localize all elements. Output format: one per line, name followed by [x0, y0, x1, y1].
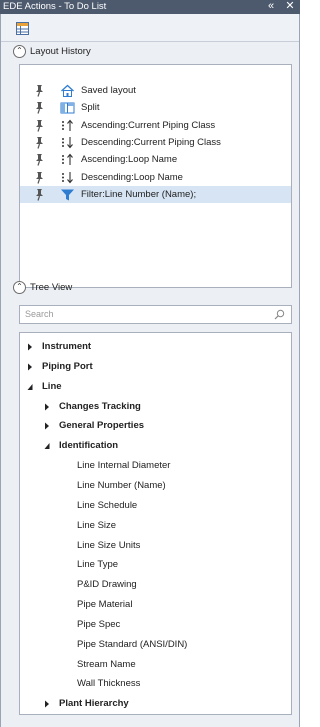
tree-node[interactable]: Changes Tracking: [20, 397, 291, 417]
layout-history-item[interactable]: Split: [20, 99, 291, 116]
layout-history-label: Ascending:Current Piping Class: [81, 119, 216, 131]
actions-panel: ⌃ Layout History Saved layout Split Ascendi…: [0, 14, 300, 727]
sort-descending-icon: [62, 136, 73, 149]
tree-node[interactable]: Loop: [20, 714, 291, 715]
tree-view-title: Tree View: [30, 282, 73, 293]
sort-ascending-icon: [62, 119, 73, 131]
layout-history-item[interactable]: Ascending:Current Piping Class: [20, 117, 291, 134]
tree-node-label: Pipe Material: [77, 599, 133, 611]
tree-node-label: Stream Name: [77, 658, 136, 670]
pin-icon[interactable]: [33, 119, 45, 132]
tree-node-label: Pipe Spec: [77, 618, 121, 630]
tree-node[interactable]: Plant Hierarchy: [20, 694, 291, 714]
layout-history-header[interactable]: ⌃ Layout History: [13, 44, 91, 60]
layout-history-label: Descending:Loop Name: [81, 171, 183, 183]
layout-history-label: Ascending:Loop Name: [81, 154, 178, 166]
chevron-up-icon[interactable]: ⌃: [13, 44, 26, 58]
chevron-right-icon[interactable]: [43, 416, 51, 436]
window-title: EDE Actions - To Do List: [3, 1, 107, 12]
tree-node[interactable]: Line Internal Diameter: [20, 456, 291, 476]
tree-node[interactable]: Piping Port: [20, 357, 291, 377]
tree-node[interactable]: Wall Thickness: [20, 674, 291, 694]
tree-node[interactable]: Pipe Spec: [20, 615, 291, 635]
collapse-panel-button[interactable]: «: [264, 0, 278, 14]
layout-history-item[interactable]: Descending:Current Piping Class: [20, 134, 291, 151]
layout-history-label: Saved layout: [81, 85, 136, 96]
tree-node-label: Identification: [59, 440, 119, 452]
layout-grid-icon[interactable]: [16, 22, 29, 35]
pin-icon[interactable]: [33, 188, 45, 201]
layout-history-item[interactable]: Saved layout: [20, 82, 291, 99]
tree-node-label: Instrument: [42, 341, 92, 352]
layout-history-label: Descending:Current Piping Class: [81, 136, 221, 148]
tree-node[interactable]: Identification: [20, 436, 291, 456]
tree-node[interactable]: Line Type: [20, 555, 291, 575]
layout-history-label: Split: [81, 102, 100, 114]
tree-node-label: Changes Tracking: [59, 400, 141, 412]
tree-node[interactable]: Line: [20, 377, 291, 397]
search-icon[interactable]: [274, 309, 285, 320]
chevron-right-icon[interactable]: [43, 694, 51, 714]
pin-icon[interactable]: [33, 84, 45, 97]
tree-node-label: Line Schedule: [77, 499, 138, 511]
tree-view-header[interactable]: ⌃ Tree View: [13, 280, 72, 296]
pin-icon[interactable]: [33, 136, 45, 149]
pin-icon[interactable]: [33, 171, 45, 184]
tree-node[interactable]: General Properties: [20, 416, 291, 436]
sort-ascending-icon: [62, 153, 73, 166]
tree-node[interactable]: Line Number (Name): [20, 476, 291, 496]
layout-history-item[interactable]: Descending:Loop Name: [20, 169, 291, 186]
pin-icon[interactable]: [33, 153, 45, 166]
tree-node[interactable]: P&ID Drawing: [20, 575, 291, 595]
chevron-down-icon[interactable]: [43, 436, 51, 456]
tree-node-label: General Properties: [59, 420, 145, 432]
tree-node-label: Line Size: [77, 519, 117, 531]
pin-icon[interactable]: [33, 101, 45, 114]
layout-history-label: Filter:Line Number (Name);: [81, 188, 197, 200]
tree-node-label: Line Internal Diameter: [77, 460, 171, 472]
layout-history-item[interactable]: Filter:Line Number (Name);: [20, 185, 291, 203]
tree-view: Instrument Piping Port Line Changes Trackin…: [19, 332, 292, 715]
tree-node-label: P&ID Drawing: [77, 579, 137, 591]
layout-history-title: Layout History: [30, 46, 91, 57]
house-icon: [61, 84, 74, 97]
tree-node[interactable]: Stream Name: [20, 655, 291, 675]
tree-node-label: Loop: [42, 714, 65, 715]
window-titlebar: EDE Actions - To Do List « ✕: [0, 0, 300, 14]
chevron-right-icon[interactable]: [43, 397, 51, 417]
tree-node[interactable]: Line Size: [20, 516, 291, 536]
tree-node[interactable]: Pipe Material: [20, 595, 291, 615]
search-placeholder: Search: [25, 309, 54, 319]
tree-node[interactable]: Instrument: [20, 337, 291, 357]
toolbar: [1, 14, 299, 42]
close-button[interactable]: ✕: [283, 0, 297, 14]
tree-node-label: Line Size Units: [77, 539, 141, 551]
layout-history-item[interactable]: Ascending:Loop Name: [20, 151, 291, 168]
layout-history-list: Saved layout Split Ascending:Current Pipin…: [19, 64, 292, 288]
tree-node-label: Piping Port: [42, 360, 93, 372]
tree-node[interactable]: Line Size Units: [20, 536, 291, 556]
tree-node[interactable]: Pipe Standard (ANSI/DIN): [20, 635, 291, 655]
tree-node[interactable]: Line Schedule: [20, 496, 291, 516]
chevron-down-icon[interactable]: [26, 377, 34, 397]
tree-node-label: Line: [42, 380, 62, 392]
chevron-right-icon[interactable]: [26, 357, 34, 377]
chevron-right-icon[interactable]: [26, 337, 34, 357]
sort-descending-icon: [62, 171, 73, 183]
tree-node-label: Plant Hierarchy: [59, 698, 129, 710]
search-input[interactable]: Search: [19, 305, 292, 324]
tree-node-label: Pipe Standard (ANSI/DIN): [77, 638, 188, 650]
tree-node-label: Wall Thickness: [77, 678, 141, 690]
split-icon: [60, 102, 75, 114]
tree-node-label: Line Number (Name): [77, 479, 166, 491]
filter-icon: [61, 189, 74, 201]
chevron-up-icon[interactable]: ⌃: [13, 280, 26, 294]
tree-node-label: Line Type: [77, 559, 119, 571]
chevron-right-icon[interactable]: [26, 714, 34, 715]
